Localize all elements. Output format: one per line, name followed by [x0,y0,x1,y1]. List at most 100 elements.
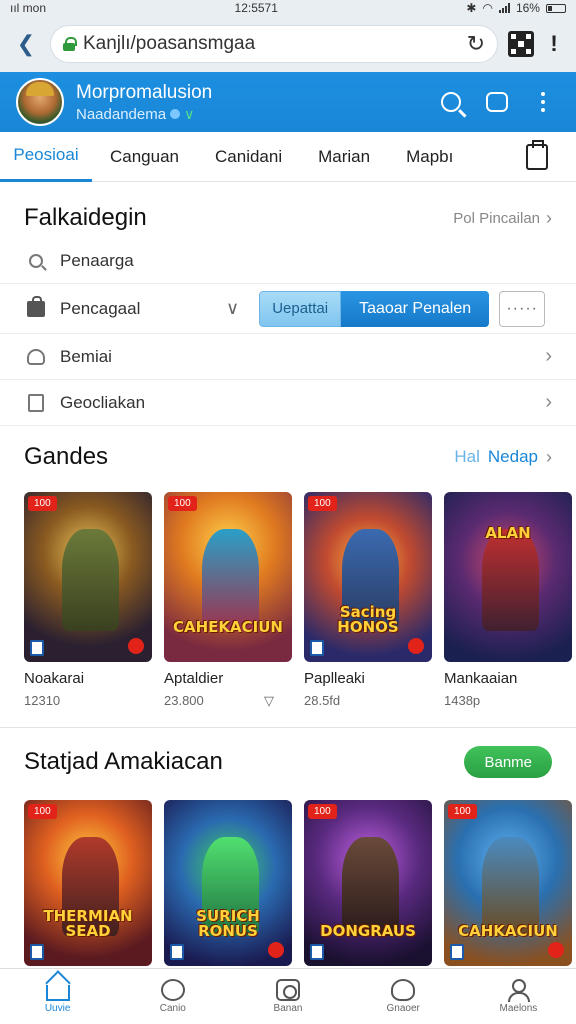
game-card[interactable]: CAHEKACIUN 100 Aptaldier 23.800 ▽ [164,492,292,709]
gamepad-icon [160,979,185,1001]
game-meta: 28.5fd [304,693,432,708]
game-art-figure [482,529,539,632]
games-section-header: Gandes Hal Nedap › [0,432,576,482]
rec-badge: 100 [308,804,337,819]
carrier-text: ııl mon [10,1,47,15]
primary-action-button[interactable]: Taaoar Penalen [341,290,490,327]
nav-social-label: Gnaoer [386,1003,420,1014]
nav-home-label: Uuvie [44,1003,71,1014]
search-section-link[interactable]: Pol Pincailan › [453,208,552,229]
info-icon [30,944,44,960]
rec-thumbnail: SURICH RONUS [164,800,292,966]
game-card[interactable]: 100 Noakarai 12310 [24,492,152,709]
game-thumbnail: CAHEKACIUN 100 [164,492,292,662]
heart-icon[interactable] [548,942,564,958]
game-name: Noakarai [24,670,85,687]
game-art-title: Sacing HONOS [337,602,399,637]
recommendations-carousel: THERMIAN SEAD 100 SURICH RONUS DONGRAUS … [0,780,576,966]
rec-badge: 100 [28,804,57,819]
tab-0[interactable]: Peosioai [0,132,92,182]
heart-icon[interactable] [128,638,144,654]
heart-icon[interactable] [408,638,424,654]
game-art-figure [202,529,259,632]
bell-icon [24,345,48,369]
orders-row-label: Geocliakan [60,392,146,412]
nav-home[interactable]: Uuvie [0,969,115,1024]
game-card[interactable]: Sacing HONOS 100 Paplleaki 28.5fd [304,492,432,709]
tab-1[interactable]: Canguan [92,132,197,182]
status-bar: ııl mon 12:5571 ✱ ◠ 16% [0,0,576,16]
search-button[interactable] [434,85,468,119]
rec-art-title: SURICH RONUS [196,906,260,941]
games-see-all-link[interactable]: Hal Nedap › [454,447,552,468]
update-button[interactable]: Uepattai [259,290,342,327]
game-badge: 100 [168,496,197,511]
nav-profile[interactable]: Maelons [461,969,576,1024]
chevron-down-icon: ∨ [184,105,195,122]
user-subtitle: Naadandema [76,105,167,123]
chevron-right-icon: › [546,446,552,467]
game-meta: 12310 [24,693,152,708]
game-name: Paplleaki [304,670,365,687]
notifications-row-label: Bemiai [60,346,112,366]
more-options-button[interactable]: ····· [499,290,546,327]
orders-row[interactable]: Geocliakan › [0,380,576,426]
recommendations-button[interactable]: Banme [464,746,552,778]
app-screen: ııl mon 12:5571 ✱ ◠ 16% ❮ Kanjlı/poasans… [0,0,576,1024]
game-card[interactable]: ALAN Mankaaian 1438p [444,492,572,709]
rec-card[interactable]: CAHKACIUN 100 [444,800,572,966]
shopping-bag-icon [24,391,48,415]
rec-art-figure [482,836,539,937]
qr-code-icon[interactable] [508,31,534,57]
browser-menu-icon[interactable]: ! [544,31,564,57]
app-header: Morpromalusion Naadandema ∨ [0,72,576,132]
user-info[interactable]: Morpromalusion Naadandema ∨ [76,82,422,123]
avatar[interactable] [16,78,64,126]
tab-4[interactable]: Mapbı [388,132,471,182]
nav-games[interactable]: Canio [115,969,230,1024]
rec-badge: 100 [448,804,477,819]
game-count: 28.5fd [304,693,341,708]
search-row[interactable]: Penaarga [0,238,576,284]
url-text: Kanjlı/poasansmgaa [83,33,256,54]
games-link-label: Nedap [487,447,538,466]
signal-icon [498,3,510,13]
status-left: ııl mon [10,1,46,15]
game-thumbnail: 100 [24,492,152,662]
nav-profile-label: Maelons [499,1003,538,1014]
game-art-title: ALAN [485,524,531,543]
nav-social[interactable]: Gnaoer [346,969,461,1024]
recommendations-section: Statjad Amakiacan Banme THERMIAN SEAD 10… [0,728,576,966]
rec-card[interactable]: DONGRAUS 100 [304,800,432,966]
tab-3[interactable]: Marian [300,132,388,182]
game-thumbnail: Sacing HONOS 100 [304,492,432,662]
battery-percent: 16% [515,1,540,15]
reload-icon[interactable]: ↻ [467,31,485,57]
chat-button[interactable] [480,85,514,119]
more-menu-button[interactable] [526,85,560,119]
rec-card[interactable]: SURICH RONUS [164,800,292,966]
games-section-title: Gandes [24,443,109,470]
search-icon [441,92,461,112]
games-link-prefix: Hal [454,447,480,466]
dropdown-chevron-icon[interactable]: ∨ [226,298,239,319]
filter-row-label: Pencagaal [60,298,141,318]
chevron-right-icon: › [546,207,552,228]
game-count: 1438p [444,693,481,708]
search-section-link-label: Pol Pincailan [453,209,540,227]
home-icon [45,985,70,1001]
clipboard-icon[interactable] [526,139,548,170]
address-bar[interactable]: Kanjlı/poasansmgaa ↻ [50,25,498,63]
rec-card[interactable]: THERMIAN SEAD 100 [24,800,152,966]
nav-camera[interactable]: Banan [230,969,345,1024]
nav-games-label: Canio [159,1003,186,1014]
tab-2[interactable]: Canidani [197,132,300,182]
heart-icon[interactable] [268,942,284,958]
user-subtitle-row: Naadandema ∨ [76,106,422,123]
info-icon [450,944,464,960]
notifications-row[interactable]: Bemiai › [0,334,576,380]
battery-icon [545,3,566,13]
back-arrow-icon[interactable]: ❮ [12,30,40,58]
game-count: 23.800 [164,693,204,708]
game-name: Mankaaian [444,670,518,687]
